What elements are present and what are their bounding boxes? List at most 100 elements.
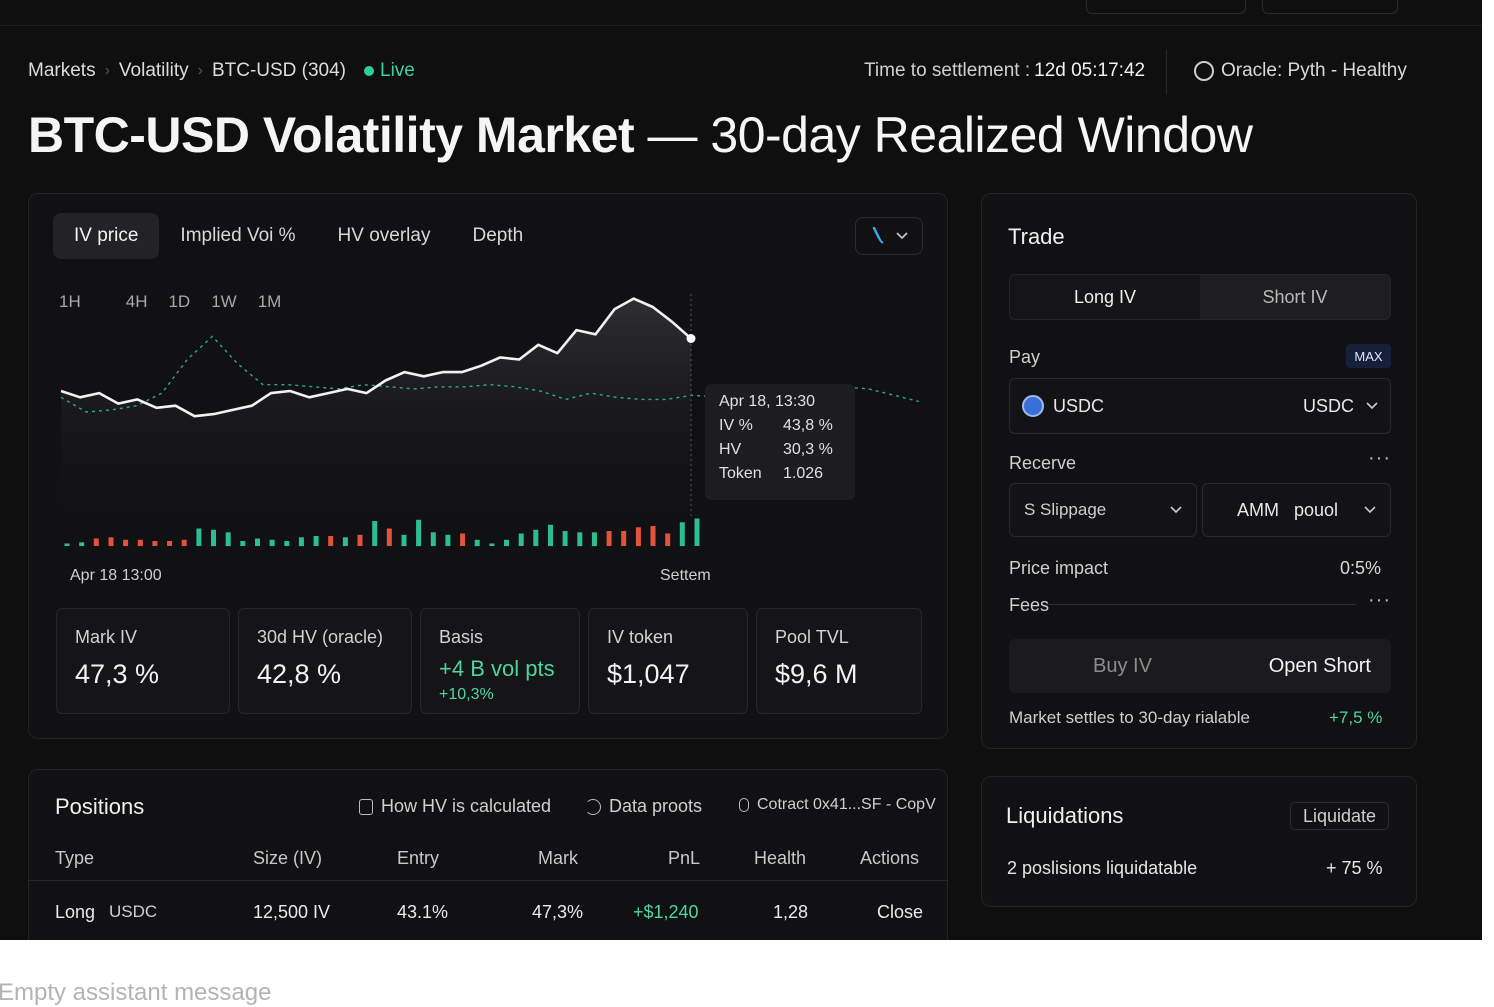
- chevron-down-icon: [896, 232, 908, 240]
- tooltip-key: IV %: [719, 417, 753, 434]
- volume-bar: [518, 533, 524, 546]
- fees-more-icon[interactable]: ···: [1368, 589, 1391, 612]
- tooltip-key: HV: [719, 441, 742, 458]
- slippage-select[interactable]: S Slippage: [1009, 483, 1197, 537]
- more-options-icon[interactable]: ···: [1368, 447, 1391, 470]
- contract-link[interactable]: Cotract 0x41...SF - CopV: [739, 796, 936, 814]
- volume-bar: [474, 539, 480, 547]
- slippage-label: S Slippage: [1024, 500, 1107, 519]
- volume-bar: [401, 534, 407, 547]
- stats-row: Mark IV 47,3 % 30d HV (oracle) 42,8 % Ba…: [56, 608, 922, 714]
- volume-bar: [255, 538, 260, 546]
- top-bar-button[interactable]: [1086, 0, 1246, 14]
- stat-sub-value: +10,3%: [439, 686, 494, 703]
- breadcrumb-markets[interactable]: Markets: [28, 60, 96, 82]
- volume-bar: [196, 528, 202, 546]
- pay-label: Pay: [1009, 347, 1041, 367]
- volume-bar: [93, 538, 99, 546]
- fees-label: Fees: [1009, 595, 1050, 615]
- stat-iv-token: IV token $1,047: [588, 608, 748, 714]
- fees-divider: [1046, 604, 1356, 605]
- table-divider: [29, 880, 947, 881]
- volume-bar: [533, 529, 539, 547]
- cell-asset: USDC: [109, 902, 158, 921]
- max-button[interactable]: MAX: [1346, 344, 1391, 368]
- volume-bar: [137, 539, 143, 547]
- price-impact-value: 0:5%: [1340, 558, 1382, 578]
- chart-tool-dropdown[interactable]: [855, 217, 923, 255]
- breadcrumb-market[interactable]: BTC-USD (304): [212, 60, 346, 82]
- col-size: Size (IV): [253, 848, 323, 868]
- trade-panel: Trade Long IV Short IV Pay MAX USDC USDC…: [981, 193, 1417, 749]
- volume-bar: [211, 529, 216, 547]
- volume-bar: [108, 537, 114, 547]
- chevron-right-icon: ›: [104, 62, 110, 79]
- stat-pool-tvl: Pool TVL $9,6 M: [756, 608, 922, 714]
- cell-size: 12,500 IV: [253, 902, 331, 922]
- volume-bar: [240, 541, 246, 546]
- cell-mark: 47,3%: [532, 902, 584, 922]
- chevron-down-icon: [1170, 506, 1182, 514]
- volume-bar: [504, 539, 509, 547]
- open-short-button[interactable]: Open Short: [1269, 655, 1371, 678]
- volume-bar: [298, 537, 304, 547]
- trade-title: Trade: [1008, 224, 1065, 249]
- col-health: Health: [754, 848, 807, 868]
- pool-select[interactable]: AMM pouol: [1202, 483, 1391, 537]
- volume-bar: [284, 541, 290, 546]
- buy-iv-button[interactable]: Buy IV: [1093, 655, 1152, 678]
- volume-bar: [694, 518, 700, 546]
- long-iv-tab[interactable]: Long IV: [1010, 275, 1200, 319]
- hv-info-link[interactable]: How HV is calculated: [359, 796, 551, 817]
- receive-label: Recerve: [1009, 453, 1077, 473]
- volume-bar: [621, 531, 627, 546]
- stat-value: +4 B vol pts: [439, 656, 555, 681]
- page-title-main: BTC-USD Volatility Market: [28, 107, 635, 163]
- live-dot-icon: [364, 66, 375, 76]
- stat-30d-hv: 30d HV (oracle) 42,8 %: [238, 608, 412, 714]
- trade-action-bar: Buy IV Open Short: [1009, 639, 1391, 693]
- x-axis-start-label: Apr 18 13:00: [70, 567, 162, 584]
- stat-basis: Basis +4 B vol pts +10,3%: [420, 608, 580, 714]
- tooltip-value: 1.026: [783, 465, 824, 482]
- cell-pnl: +$1,240: [633, 902, 699, 922]
- tab-depth[interactable]: Depth: [451, 213, 544, 259]
- settlement-note: Market settles to 30-day rialable: [1009, 708, 1250, 727]
- volume-bar: [342, 537, 348, 547]
- stat-label: Pool TVL: [775, 627, 849, 647]
- pay-token-field[interactable]: USDC USDC: [1009, 378, 1391, 434]
- top-bar: [0, 0, 1482, 26]
- top-bar-button[interactable]: [1262, 0, 1398, 14]
- liquidate-button[interactable]: Liquidate: [1290, 802, 1389, 830]
- stat-label: Mark IV: [75, 627, 138, 647]
- volume-bar: [181, 539, 187, 547]
- col-entry: Entry: [397, 848, 440, 868]
- volume-bar: [679, 522, 685, 547]
- contract-label: Cotract 0x41...SF - CopV: [757, 796, 936, 813]
- info-icon: [359, 798, 373, 815]
- short-iv-tab[interactable]: Short IV: [1200, 275, 1390, 319]
- breadcrumb-volatility[interactable]: Volatility: [119, 60, 189, 82]
- tab-hv-overlay[interactable]: HV overlay: [317, 213, 452, 259]
- volume-bar: [591, 532, 597, 547]
- tab-implied-vol[interactable]: Implied Voi %: [159, 213, 316, 259]
- chart-panel: IV price Implied Voi % HV overlay Depth …: [28, 193, 948, 739]
- volume-bar: [357, 534, 363, 547]
- data-proofs-link[interactable]: Data proots: [585, 796, 702, 817]
- settlement-note-value: +7,5 %: [1329, 708, 1383, 727]
- hv-info-label: How HV is calculated: [381, 796, 552, 816]
- tooltip-value: 30,3 %: [783, 441, 833, 458]
- tooltip-row: HV 30,3 %: [719, 441, 841, 459]
- volume-bar: [489, 543, 495, 546]
- stat-label: 30d HV (oracle): [257, 627, 384, 647]
- cell-health: 1,28: [773, 902, 809, 922]
- volume-bar: [650, 526, 656, 546]
- breadcrumb: Markets › Volatility › BTC-USD (304) Liv…: [28, 60, 415, 82]
- volume-bar: [460, 533, 466, 546]
- volume-bar: [635, 527, 641, 547]
- tab-iv-price[interactable]: IV price: [53, 213, 160, 259]
- liquidations-title: Liquidations: [1006, 803, 1124, 828]
- stat-value: $1,047: [607, 659, 690, 689]
- volume-bar: [606, 531, 612, 546]
- close-position-button[interactable]: Close: [877, 902, 923, 923]
